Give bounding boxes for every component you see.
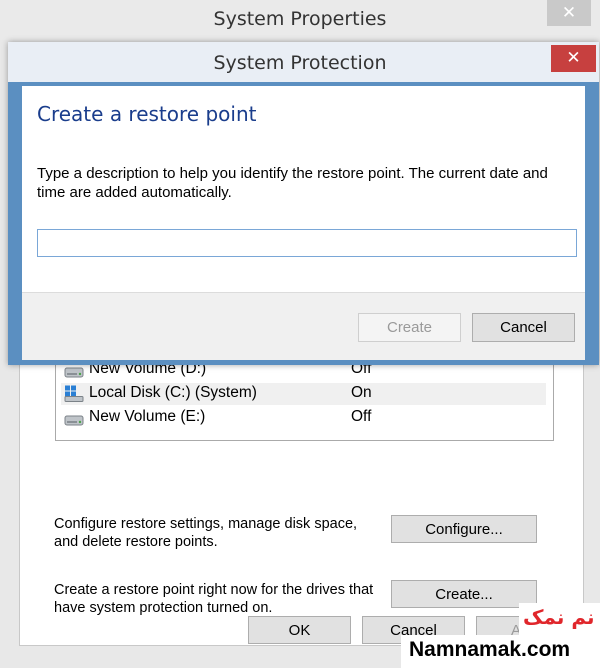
create-description-line: Create a restore point right now for the… bbox=[54, 582, 374, 598]
drive-list[interactable]: New Volume (D:) Off Local Disk (C:) (Sys… bbox=[55, 357, 554, 441]
system-protection-dialog: System Protection ✕ Create a restore poi… bbox=[8, 42, 599, 365]
system-drive-icon bbox=[64, 385, 84, 402]
restore-point-content: Create a restore point Type a descriptio… bbox=[22, 86, 585, 360]
drive-status: Off bbox=[351, 408, 372, 425]
configure-description-line: and delete restore points. bbox=[54, 534, 218, 550]
system-properties-close-button[interactable]: ✕ bbox=[547, 0, 591, 26]
restore-point-description-input[interactable] bbox=[37, 229, 577, 257]
drive-name: Local Disk (C:) (System) bbox=[89, 384, 257, 401]
configure-description-line: Configure restore settings, manage disk … bbox=[54, 516, 358, 532]
close-icon: ✕ bbox=[566, 48, 581, 68]
instruction-text: Type a description to help you identify … bbox=[37, 164, 582, 202]
watermark-logo-persian: نم نمک bbox=[519, 603, 600, 635]
system-protection-close-button[interactable]: ✕ bbox=[551, 45, 596, 72]
drive-icon bbox=[64, 415, 84, 426]
drive-name: New Volume (E:) bbox=[89, 408, 206, 425]
dialog-heading: Create a restore point bbox=[37, 102, 257, 126]
configure-description: Configure restore settings, manage disk … bbox=[54, 515, 384, 551]
instruction-line: time are added automatically. bbox=[37, 184, 232, 201]
configure-button[interactable]: Configure... bbox=[391, 515, 537, 543]
protection-settings-panel: New Volume (D:) Off Local Disk (C:) (Sys… bbox=[19, 352, 584, 646]
drive-row[interactable]: Local Disk (C:) (System) On bbox=[61, 383, 546, 405]
system-protection-title: System Protection bbox=[213, 52, 387, 74]
dialog-cancel-button[interactable]: Cancel bbox=[472, 313, 575, 342]
system-properties-title: System Properties bbox=[213, 8, 387, 30]
watermark-persian-text: نم نمک bbox=[523, 605, 595, 629]
create-description-line: have system protection turned on. bbox=[54, 600, 273, 616]
ok-button[interactable]: OK bbox=[248, 616, 351, 644]
create-description: Create a restore point right now for the… bbox=[54, 581, 384, 617]
watermark-domain: Namnamak.com bbox=[401, 635, 600, 668]
drive-icon bbox=[64, 367, 84, 378]
drive-row[interactable]: New Volume (E:) Off bbox=[61, 407, 546, 429]
close-icon: ✕ bbox=[561, 3, 577, 23]
create-button[interactable]: Create bbox=[358, 313, 461, 342]
dialog-footer: Create Cancel bbox=[22, 292, 585, 360]
create-restore-point-button[interactable]: Create... bbox=[391, 580, 537, 608]
system-properties-titlebar[interactable]: System Properties ✕ bbox=[0, 0, 600, 40]
drive-status: On bbox=[351, 384, 372, 401]
instruction-line: Type a description to help you identify … bbox=[37, 165, 548, 182]
watermark-domain-text: Namnamak.com bbox=[409, 638, 571, 661]
